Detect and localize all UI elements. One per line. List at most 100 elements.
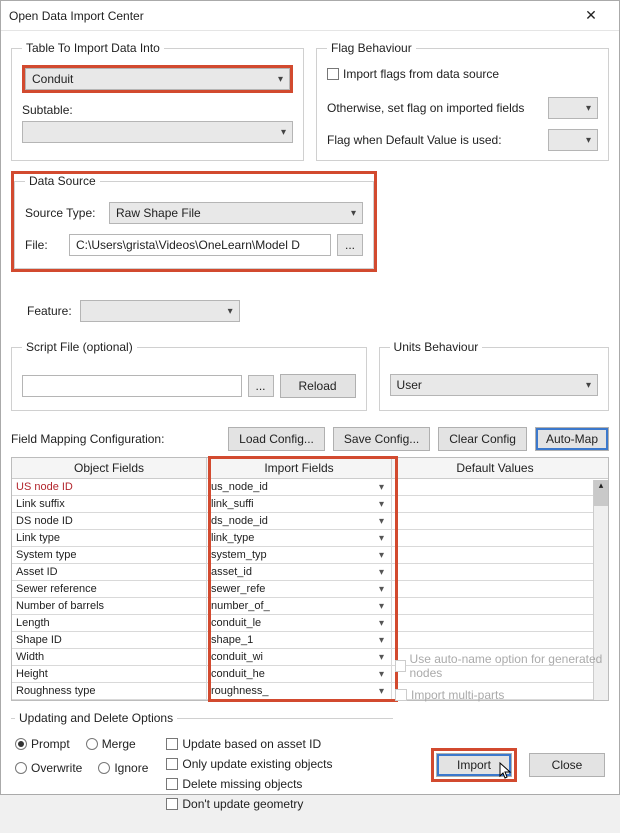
chevron-down-icon: ▾ [376,601,387,612]
clear-config-button[interactable]: Clear Config [438,427,527,451]
table-row[interactable]: Sewer referencesewer_refe▾ [12,581,608,598]
chevron-down-icon: ▾ [351,208,356,219]
cell-default[interactable] [392,513,608,529]
feature-select[interactable]: ▾ [80,300,240,322]
chevron-down-icon: ▾ [376,499,387,510]
cell-default[interactable] [392,496,608,512]
radio-merge[interactable]: Merge [86,737,136,751]
cell-import[interactable]: number_of_▾ [207,598,392,614]
label-mapping: Field Mapping Configuration: [11,432,220,446]
cell-default[interactable] [392,632,608,648]
cell-default[interactable] [392,479,608,495]
cell-object: DS node ID [12,513,207,529]
chevron-down-icon: ▾ [278,74,283,85]
table-row[interactable]: Asset IDasset_id▾ [12,564,608,581]
chevron-down-icon: ▾ [376,482,387,493]
chevron-down-icon: ▾ [376,635,387,646]
cell-import[interactable]: system_typ▾ [207,547,392,563]
legend-table-to-import: Table To Import Data Into [22,41,164,55]
cell-import[interactable]: asset_id▾ [207,564,392,580]
source-type-select[interactable]: Raw Shape File ▾ [109,202,363,224]
cell-object: US node ID [12,479,207,495]
group-update-options: Updating and Delete Options Prompt Merge… [11,711,393,823]
header-object-fields[interactable]: Object Fields [12,458,207,478]
cell-import[interactable]: shape_1▾ [207,632,392,648]
table-row[interactable]: US node IDus_node_id▾ [12,479,608,496]
header-import-fields[interactable]: Import Fields [207,458,392,478]
table-row[interactable]: Shape IDshape_1▾ [12,632,608,649]
chevron-down-icon: ▾ [376,516,387,527]
cell-default[interactable] [392,564,608,580]
cell-import[interactable]: conduit_he▾ [207,666,392,682]
table-row[interactable]: Lengthconduit_le▾ [12,615,608,632]
reload-button[interactable]: Reload [280,374,356,398]
label-otherwise: Otherwise, set flag on imported fields [327,101,542,115]
cell-object: Height [12,666,207,682]
cell-object: Sewer reference [12,581,207,597]
table-row[interactable]: DS node IDds_node_id▾ [12,513,608,530]
units-select[interactable]: User ▾ [390,374,598,396]
chevron-down-icon: ▾ [376,669,387,680]
legend-update: Updating and Delete Options [15,711,177,725]
radio-ignore[interactable]: Ignore [98,761,148,775]
label-file: File: [25,238,63,252]
subtable-select[interactable]: ▾ [22,121,293,143]
close-icon[interactable]: ✕ [571,1,611,31]
browse-file-button[interactable]: ... [337,234,363,256]
load-config-button[interactable]: Load Config... [228,427,325,451]
cell-object: Number of barrels [12,598,207,614]
cell-object: Link type [12,530,207,546]
cell-default[interactable] [392,530,608,546]
chevron-down-icon: ▾ [376,584,387,595]
file-input[interactable]: C:\Users\grista\Videos\OneLearn\Model D [69,234,331,256]
check-import-flags[interactable]: Import flags from data source [327,67,499,81]
cell-import[interactable]: link_suffi▾ [207,496,392,512]
chevron-down-icon: ▾ [586,380,591,391]
cell-default[interactable] [392,547,608,563]
save-config-button[interactable]: Save Config... [333,427,430,451]
legend-flag: Flag Behaviour [327,41,416,55]
check-auto-name: Use auto-name option for generated nodes [395,652,605,680]
cell-import[interactable]: us_node_id▾ [207,479,392,495]
cell-import[interactable]: sewer_refe▾ [207,581,392,597]
table-select[interactable]: Conduit ▾ [25,68,290,90]
group-flag-behaviour: Flag Behaviour Import flags from data so… [316,41,609,161]
table-row[interactable]: System typesystem_typ▾ [12,547,608,564]
browse-script-button[interactable]: ... [248,375,274,397]
flag-default-select[interactable]: ▾ [548,129,598,151]
titlebar: Open Data Import Center ✕ [1,1,619,31]
cell-object: Shape ID [12,632,207,648]
cell-import[interactable]: roughness_▾ [207,683,392,699]
check-delete-missing[interactable]: Delete missing objects [166,777,332,791]
cell-default[interactable] [392,598,608,614]
cell-object: Link suffix [12,496,207,512]
check-asset-id[interactable]: Update based on asset ID [166,737,332,751]
header-default-values[interactable]: Default Values [392,458,608,478]
cell-object: Width [12,649,207,665]
chevron-down-icon: ▾ [376,618,387,629]
check-no-geom[interactable]: Don't update geometry [166,797,332,811]
cell-object: Roughness type [12,683,207,699]
cell-default[interactable] [392,615,608,631]
chevron-down-icon: ▾ [281,127,286,138]
cell-import[interactable]: conduit_le▾ [207,615,392,631]
radio-overwrite[interactable]: Overwrite [15,761,82,775]
legend-data-source: Data Source [25,174,100,188]
import-button[interactable]: Import [436,753,512,777]
cell-default[interactable] [392,581,608,597]
table-row[interactable]: Number of barrelsnumber_of_▾ [12,598,608,615]
chevron-down-icon: ▾ [376,652,387,663]
auto-map-button[interactable]: Auto-Map [535,427,609,451]
script-file-input[interactable] [22,375,242,397]
table-row[interactable]: Link typelink_type▾ [12,530,608,547]
close-button[interactable]: Close [529,753,605,777]
legend-units: Units Behaviour [390,340,483,354]
cell-import[interactable]: conduit_wi▾ [207,649,392,665]
radio-prompt[interactable]: Prompt [15,737,70,751]
flag-otherwise-select[interactable]: ▾ [548,97,598,119]
check-only-existing[interactable]: Only update existing objects [166,757,332,771]
cell-import[interactable]: link_type▾ [207,530,392,546]
cell-import[interactable]: ds_node_id▾ [207,513,392,529]
cell-object: System type [12,547,207,563]
table-row[interactable]: Link suffixlink_suffi▾ [12,496,608,513]
